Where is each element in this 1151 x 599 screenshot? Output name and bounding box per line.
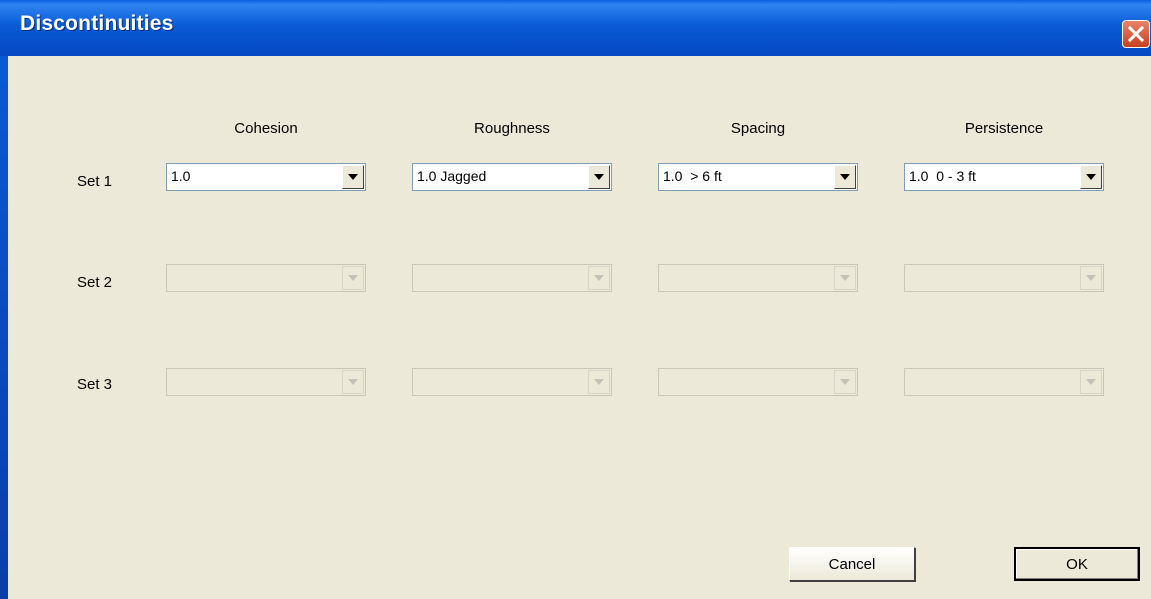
dropdown-arrow-button [342,266,364,290]
set2-persistence-select [904,264,1104,292]
close-icon [1127,25,1145,43]
close-button[interactable] [1122,20,1150,48]
dialog-body: Cohesion Roughness Spacing Persistence S… [8,56,1151,599]
set1-cohesion-value: 1.0 [171,168,191,184]
header-persistence: Persistence [964,120,1044,137]
discontinuities-dialog: Discontinuities Cohesion Roughness Spaci… [0,0,1151,599]
set1-roughness-value: 1.0 Jagged [417,168,487,184]
set1-cohesion-select[interactable]: 1.0 [166,163,366,191]
dropdown-arrow-button [1080,370,1102,394]
dropdown-arrow-button [834,266,856,290]
set1-roughness-select[interactable]: 1.0 Jagged [412,163,612,191]
set3-cohesion-select [166,368,366,396]
chevron-down-icon [594,275,604,281]
chevron-down-icon [840,174,850,180]
dropdown-arrow-button[interactable] [588,165,610,189]
dialog-title: Discontinuities [20,12,174,35]
header-spacing: Spacing [730,120,786,137]
dropdown-arrow-button [1080,266,1102,290]
title-bar[interactable]: Discontinuities [0,0,1151,56]
set3-persistence-select [904,368,1104,396]
set2-cohesion-select [166,264,366,292]
chevron-down-icon [594,379,604,385]
chevron-down-icon [348,275,358,281]
set1-persistence-select[interactable]: 1.0 0 - 3 ft [904,163,1104,191]
chevron-down-icon [594,174,604,180]
set3-roughness-select [412,368,612,396]
dropdown-arrow-button[interactable] [342,165,364,189]
dropdown-arrow-button[interactable] [1080,165,1102,189]
row-label-set-3: Set 3 [77,376,113,393]
dropdown-arrow-button[interactable] [834,165,856,189]
dropdown-arrow-button [588,266,610,290]
set2-spacing-select [658,264,858,292]
chevron-down-icon [840,275,850,281]
chevron-down-icon [1086,379,1096,385]
header-roughness: Roughness [474,120,550,137]
dropdown-arrow-button [342,370,364,394]
header-cohesion: Cohesion [234,120,298,137]
chevron-down-icon [348,174,358,180]
set1-spacing-select[interactable]: 1.0 > 6 ft [658,163,858,191]
chevron-down-icon [840,379,850,385]
dropdown-arrow-button [588,370,610,394]
chevron-down-icon [348,379,358,385]
set1-spacing-value: 1.0 > 6 ft [663,168,722,184]
cancel-button[interactable]: Cancel [789,547,915,581]
row-label-set-2: Set 2 [77,274,113,291]
set3-spacing-select [658,368,858,396]
dropdown-arrow-button [834,370,856,394]
chevron-down-icon [1086,174,1096,180]
row-label-set-1: Set 1 [77,173,113,190]
set1-persistence-value: 1.0 0 - 3 ft [909,168,976,184]
ok-button[interactable]: OK [1014,547,1140,581]
chevron-down-icon [1086,275,1096,281]
set2-roughness-select [412,264,612,292]
